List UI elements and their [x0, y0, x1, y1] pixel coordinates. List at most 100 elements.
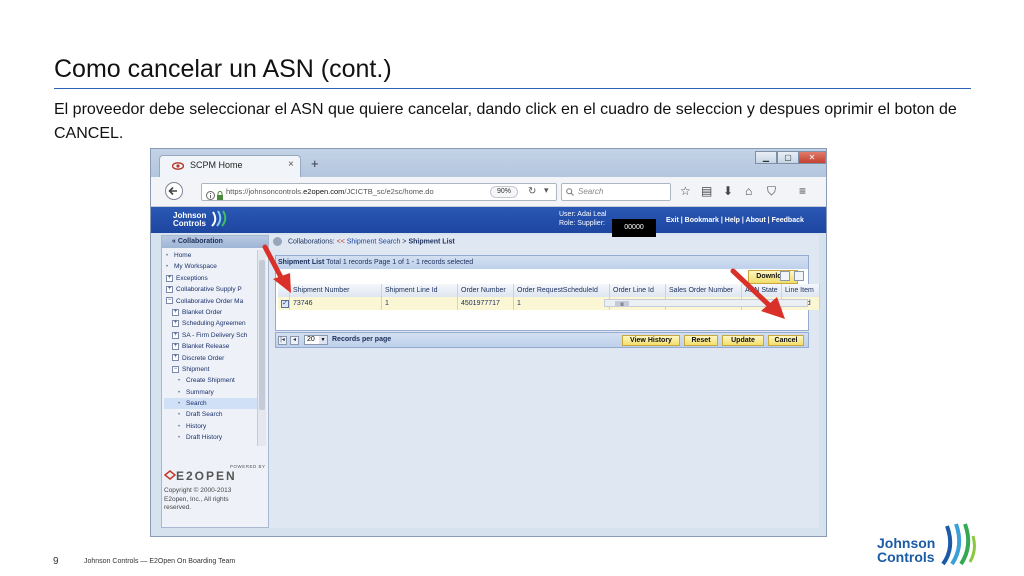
sidebar-item[interactable]: • Draft Search [164, 409, 257, 420]
column-header[interactable]: Order Line Id [610, 284, 666, 297]
column-header[interactable]: Order Number [458, 284, 514, 297]
browser-window: SCPM Home × + ▁ ▢ ✕ https://johnsoncontr… [150, 148, 827, 537]
settings-icon[interactable] [794, 271, 804, 281]
sidebar-item[interactable]: • Draft History [164, 432, 257, 443]
navigation-bar: https://johnsoncontrols.e2open.com/JCICT… [151, 177, 826, 207]
maximize-button[interactable]: ▢ [777, 151, 799, 164]
sidebar-item-label: Search [186, 400, 207, 408]
info-icon[interactable] [206, 187, 215, 205]
sidebar-item[interactable]: − Collaborative Order Ma [164, 296, 257, 307]
download-icon[interactable]: ⬇ [723, 184, 733, 198]
tab-bar: SCPM Home × + ▁ ▢ ✕ [151, 149, 826, 177]
cancel-button[interactable]: Cancel [768, 335, 804, 346]
home-icon[interactable]: ⌂ [745, 184, 752, 198]
reading-list-icon[interactable]: ▤ [701, 184, 712, 198]
sidebar-item[interactable]: + Scheduling Agreemen [164, 318, 257, 329]
table-cell: 4501977717 [458, 297, 514, 310]
user-info: User: Adai Leal Role: Supplier: [559, 210, 606, 228]
sidebar-item[interactable]: − Shipment [164, 364, 257, 375]
sidebar-item[interactable]: • Summary [164, 387, 257, 398]
row-checkbox-cell: ✓ [278, 297, 290, 310]
pocket-icon[interactable]: ⛉ [767, 184, 776, 199]
sidebar-item[interactable]: + SA - Firm Delivery Sch [164, 330, 257, 341]
breadcrumb-back[interactable]: << [337, 238, 345, 245]
sidebar-item[interactable]: + Collaborative Supply P [164, 284, 257, 295]
url-bar[interactable]: https://johnsoncontrols.e2open.com/JCICT… [201, 183, 557, 201]
user-role: Role: Supplier: [559, 220, 605, 227]
slide-body-text: El proveedor debe seleccionar el ASN que… [54, 101, 957, 142]
user-name: User: Adai Leal [559, 211, 607, 218]
footer-text: Johnson Controls — E2Open On Boarding Te… [84, 558, 236, 565]
breadcrumb-link-shipment-search[interactable]: Shipment Search [347, 238, 401, 245]
sidebar-item[interactable]: + Blanket Release [164, 341, 257, 352]
sidebar-item-label: Shipment [182, 365, 210, 373]
scroll-thumb[interactable]: ||| [615, 301, 629, 306]
copyright-text: Copyright © 2000-2013 E2open, Inc., All … [164, 487, 232, 512]
table-cell: 1 [514, 297, 610, 310]
view-history-button[interactable]: View History [622, 335, 680, 346]
sidebar-item[interactable]: + Blanket Order [164, 307, 257, 318]
sidebar-item-label: Summary [186, 388, 214, 396]
header-links[interactable]: Exit | Bookmark | Help | About | Feedbac… [666, 217, 804, 224]
arrow-to-checkbox-icon [262, 244, 291, 293]
sidebar-heading[interactable]: « Collaboration [162, 236, 268, 248]
e2open-brand: E2OPEN [176, 469, 237, 483]
sidebar-item-label: Draft History [186, 434, 223, 442]
app-logo[interactable]: Johnson Controls [173, 212, 206, 228]
logo-text: Johnson Controls [877, 535, 936, 565]
table-cell: 1 [382, 297, 458, 310]
eye-logo-icon [172, 162, 184, 170]
column-header[interactable]: Shipment Number [290, 284, 382, 297]
prev-page-button[interactable]: ◂ [290, 336, 299, 345]
star-icon[interactable]: ☆ [680, 184, 691, 198]
johnson-controls-mark-icon [941, 523, 976, 566]
column-header[interactable]: Shipment Line Id [382, 284, 458, 297]
sidebar-item[interactable]: • My Workspace [164, 261, 257, 272]
row-checkbox[interactable]: ✓ [281, 300, 289, 308]
first-page-button[interactable]: |◂ [278, 336, 287, 345]
sidebar-item[interactable]: • Home [164, 250, 257, 261]
back-icon[interactable] [163, 182, 185, 203]
e2open-mark-icon [164, 470, 176, 480]
sidebar-item-label: Blanket Order [182, 308, 223, 316]
collapse-icon: − [166, 297, 173, 305]
sidebar-item-label: Create Shipment [186, 377, 235, 385]
sidebar-item[interactable]: • Create Shipment [164, 375, 257, 386]
column-header[interactable]: Order RequestScheduleId [514, 284, 610, 297]
sidebar-item-label: Collaborative Order Ma [176, 297, 244, 305]
records-per-page-label: Records per page [332, 336, 392, 343]
new-tab-icon[interactable]: + [311, 156, 319, 171]
zoom-indicator[interactable]: 90% [490, 186, 518, 198]
dropdown-history-icon[interactable]: ▾ [544, 185, 549, 196]
search-bar[interactable]: Search [561, 183, 671, 201]
sidebar-item-label: Discrete Order [182, 354, 225, 362]
sidebar-item-label: Exceptions [176, 274, 208, 282]
sidebar-item-label: Draft Search [186, 411, 223, 419]
sidebar-item[interactable]: • Search [164, 398, 257, 410]
reload-icon[interactable]: ↻ [528, 186, 536, 197]
minimize-button[interactable]: ▁ [755, 151, 777, 164]
app-header: Johnson Controls User: Adai Leal Role: Su… [151, 207, 826, 233]
close-window-button[interactable]: ✕ [798, 151, 826, 164]
sidebar-item[interactable]: + Exceptions [164, 273, 257, 284]
bullet-icon: • [178, 435, 181, 442]
navigation-tree: • Home • My Workspace + Exceptions + Collaborat… [164, 250, 257, 446]
sidebar-item[interactable]: • History [164, 421, 257, 432]
tab-scpm-home[interactable]: SCPM Home × [159, 155, 301, 177]
sidebar-item-label: Scheduling Agreemen [182, 320, 246, 328]
expand-icon: + [166, 274, 173, 282]
close-tab-icon[interactable]: × [288, 159, 294, 170]
reset-button[interactable]: Reset [684, 335, 718, 346]
sidebar-item-label: Home [174, 252, 192, 259]
update-button[interactable]: Update [722, 335, 764, 346]
expand-icon: + [172, 331, 179, 339]
expand-icon: + [172, 342, 179, 350]
slide-title: Como cancelar un ASN (cont.) [54, 55, 392, 83]
redaction-box: 00000 [612, 219, 656, 237]
sidebar-item[interactable]: + Discrete Order [164, 353, 257, 364]
menu-icon[interactable]: ≡ [799, 184, 806, 198]
lock-icon [216, 187, 224, 205]
page-size-select[interactable]: 20 ▼ [304, 335, 328, 345]
search-input: Search [578, 187, 604, 196]
johnson-controls-logo-icon [211, 210, 227, 227]
